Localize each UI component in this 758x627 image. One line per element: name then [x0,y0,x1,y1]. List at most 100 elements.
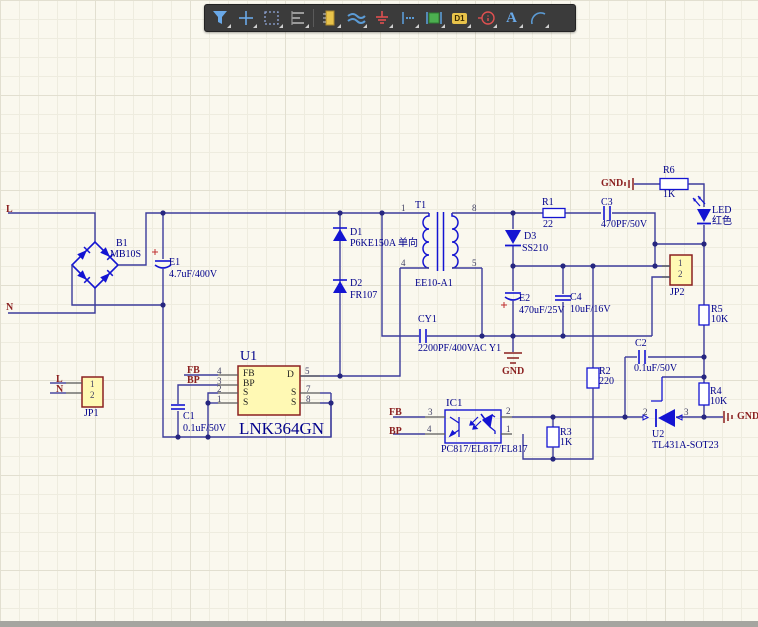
d3-designator[interactable]: D3 [524,232,536,242]
net-label-n[interactable]: N [6,303,13,313]
jp1-net-n[interactable]: N [56,385,63,395]
gnd-right-label[interactable]: GND [737,412,758,422]
floating-toolbar: D1 A [204,4,576,32]
jp1-designator[interactable]: JP1 [84,409,98,419]
wire-secondary-top[interactable] [460,212,704,267]
toolbar-separator [313,9,314,27]
shunt-regulator-u2[interactable] [642,377,683,427]
u1-value[interactable]: LNK364GN [239,420,324,437]
e2-designator[interactable]: E2 [519,294,530,304]
r6-designator[interactable]: R6 [663,166,675,176]
place-power-port-icon[interactable] [395,7,420,29]
earth-ground-icon[interactable] [504,352,522,364]
c2-value[interactable]: 0.1uF/50V [634,364,677,374]
d2-designator[interactable]: D2 [350,279,362,289]
d1-designator[interactable]: D1 [350,228,362,238]
diode-d1[interactable] [333,213,347,376]
net-label-bp-ic1[interactable]: BP [389,427,402,437]
gnd-power-port-right[interactable] [723,411,733,423]
capacitor-e2[interactable] [501,266,522,336]
d1-value[interactable]: P6KE150A 单向 [350,239,418,249]
e2-value[interactable]: 470uF/25V [519,306,565,316]
place-text-icon[interactable]: A [499,7,524,29]
resistor-r5[interactable] [698,304,710,326]
c4-value[interactable]: 10uF/16V [570,305,611,315]
resistor-r1[interactable] [542,207,566,219]
c4-designator[interactable]: C4 [570,293,582,303]
r5-value[interactable]: 10K [711,315,728,325]
place-ic-icon[interactable] [421,7,446,29]
u1-pin5: 5 [305,366,310,376]
net-label-bp-u1[interactable]: BP [187,376,200,386]
schematic-editor-canvas[interactable]: L N B1 MB10S E1 4.7uF/400V D1 P6KE150A 单… [0,0,758,627]
place-wire-icon[interactable] [343,7,368,29]
u1-pin4: 4 [217,366,222,376]
capacitor-c2[interactable] [638,350,646,364]
earth-gnd-label[interactable]: GND [502,367,524,377]
c2-designator[interactable]: C2 [635,339,647,349]
d3-value[interactable]: SS210 [522,244,548,254]
cy1-value[interactable]: 2200PF/400VAC Y1 [418,344,501,354]
align-icon[interactable] [285,7,310,29]
b1-value[interactable]: MB10S [110,250,141,260]
ic1-designator[interactable]: IC1 [446,398,463,409]
jp2-pin1: 1 [678,258,683,268]
c1-designator[interactable]: C1 [183,412,195,422]
capacitor-c1[interactable] [171,404,185,410]
ic1-value[interactable]: PC817/EL817/FL817 [441,445,528,455]
led-value[interactable]: 红色 [712,217,732,227]
connector-jp2[interactable] [662,254,693,286]
optocoupler-ic1[interactable] [425,409,512,444]
u2-designator[interactable]: U2 [652,430,664,440]
u1-designator[interactable]: U1 [240,350,257,364]
r3-value[interactable]: 1K [560,438,572,448]
u2-value[interactable]: TL431A-SOT23 [652,441,719,451]
t1-pin1: 1 [401,203,406,213]
gnd-top-label[interactable]: GND [601,179,623,189]
place-ground-icon[interactable] [369,7,394,29]
diode-d3[interactable] [505,230,521,247]
gnd-power-port-top[interactable] [624,178,660,190]
e1-value[interactable]: 4.7uF/400V [169,270,217,280]
t1-value[interactable]: EE10-A1 [415,279,453,289]
t1-designator[interactable]: T1 [415,201,426,211]
filter-icon[interactable] [207,7,232,29]
led-indicator[interactable] [692,195,711,225]
u2-pin2: 2 [643,407,648,417]
c3-value[interactable]: 470PF/50V [601,220,647,230]
capacitor-c4[interactable] [555,266,571,336]
place-part-icon[interactable] [317,7,342,29]
resistor-r4[interactable] [698,382,710,406]
ic1-pin3: 3 [428,407,433,417]
u2-pin3: 3 [684,407,689,417]
u1-pin2: 2 [217,384,222,394]
cy1-designator[interactable]: CY1 [418,315,437,325]
net-label-l[interactable]: L [6,205,13,215]
r4-value[interactable]: 10K [710,397,727,407]
r1-designator[interactable]: R1 [542,198,554,208]
r6-value[interactable]: 1K [663,190,675,200]
led-designator[interactable]: LED [712,206,731,216]
info-icon[interactable] [473,7,498,29]
place-arc-icon[interactable] [525,7,550,29]
sheet-edge [0,621,758,627]
u1-pinname-d: D [287,370,294,380]
selection-box-icon[interactable] [259,7,284,29]
r1-value[interactable]: 22 [543,220,553,230]
net-label-fb-ic1[interactable]: FB [389,408,402,418]
diode-d2[interactable] [333,279,347,293]
wire-line-input[interactable] [8,212,96,314]
c1-value[interactable]: 0.1uF/50V [183,424,226,434]
designator-icon[interactable]: D1 [447,7,472,29]
resistor-r3[interactable] [546,417,560,459]
capacitor-c3[interactable] [603,206,611,220]
resistor-r6[interactable] [659,177,689,191]
c3-designator[interactable]: C3 [601,198,613,208]
jp2-designator[interactable]: JP2 [670,288,684,298]
d2-value[interactable]: FR107 [350,291,377,301]
move-crosshair-icon[interactable] [233,7,258,29]
b1-designator[interactable]: B1 [116,239,128,249]
r2-value[interactable]: 220 [599,377,614,387]
e1-designator[interactable]: E1 [169,258,180,268]
jp1-pin2: 2 [90,390,95,400]
